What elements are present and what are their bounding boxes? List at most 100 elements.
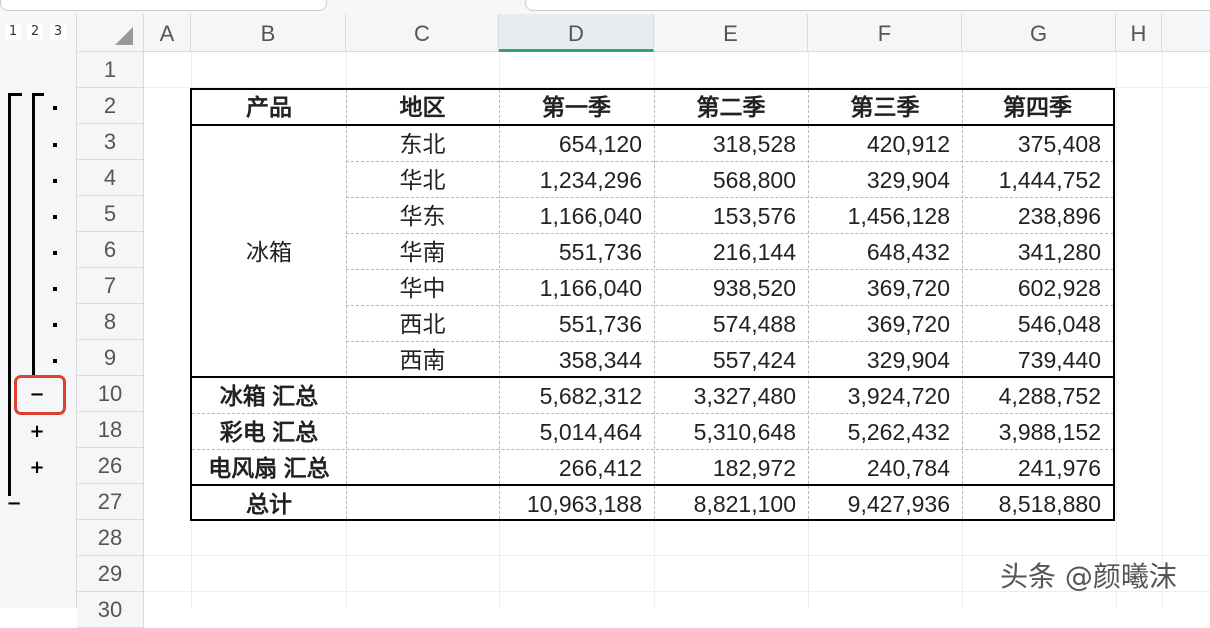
row-header[interactable]: 26: [77, 448, 144, 484]
outline-level-3-button[interactable]: 3: [50, 24, 66, 40]
value-cell: 341,280: [1017, 239, 1101, 265]
row-header[interactable]: 29: [77, 556, 144, 592]
value-cell: 574,488: [712, 311, 796, 337]
value-cell: 1,456,128: [847, 203, 950, 229]
outline-dot: [53, 106, 57, 110]
subtotal-value: 3,924,720: [847, 383, 950, 409]
value-cell: 358,344: [558, 347, 642, 373]
column-header-blank: [1162, 14, 1210, 52]
row-header[interactable]: 10: [77, 376, 144, 412]
column-header-g[interactable]: G: [962, 14, 1116, 52]
outline-level-2-button[interactable]: 2: [27, 24, 43, 40]
value-cell: 369,720: [866, 311, 950, 337]
outline-bracket-level1-top: [8, 93, 22, 96]
value-cell: 739,440: [1017, 347, 1101, 373]
row-header[interactable]: 6: [77, 232, 144, 268]
gridline: [1162, 52, 1163, 608]
header-q1: 第一季: [542, 94, 611, 120]
column-header-e[interactable]: E: [654, 14, 808, 52]
row-header[interactable]: 1: [77, 52, 144, 88]
value-cell: 557,424: [712, 347, 796, 373]
total-value: 10,963,188: [526, 491, 642, 517]
total-label: 总计: [246, 491, 292, 517]
row-header[interactable]: 4: [77, 160, 144, 196]
column-header-h[interactable]: H: [1116, 14, 1162, 52]
region-cell: 西南: [399, 347, 446, 373]
subtotal-value: 4,288,752: [998, 383, 1101, 409]
column-header-a[interactable]: A: [144, 14, 191, 52]
total-value: 9,427,936: [847, 491, 950, 517]
header-product: 产品: [246, 94, 292, 120]
value-cell: 329,904: [866, 347, 950, 373]
row-header[interactable]: 27: [77, 484, 144, 520]
column-header-f[interactable]: F: [808, 14, 962, 52]
value-cell: 938,520: [712, 275, 796, 301]
subtotal-value: 241,976: [1017, 455, 1101, 481]
subtotal-value: 182,972: [712, 455, 796, 481]
value-cell: 1,166,040: [539, 203, 642, 229]
expand-group-fan-button[interactable]: +: [29, 459, 45, 477]
highlight-box: [14, 375, 66, 415]
watermark: 头条 @颜曦沫: [1000, 560, 1177, 593]
row-header[interactable]: 2: [77, 88, 144, 124]
value-cell: 153,576: [712, 203, 796, 229]
row-header[interactable]: 8: [77, 304, 144, 340]
region-cell: 华南: [399, 239, 446, 265]
subtotal-label: 彩电 汇总: [219, 419, 319, 445]
outline-dot: [53, 143, 57, 147]
subtotal-value: 5,682,312: [539, 383, 642, 409]
header-region: 地区: [399, 94, 446, 120]
value-cell: 1,166,040: [539, 275, 642, 301]
value-cell: 238,896: [1017, 203, 1101, 229]
outline-bracket-level2-top: [32, 93, 44, 96]
value-cell: 1,234,296: [539, 167, 642, 193]
value-cell: 551,736: [558, 239, 642, 265]
column-header-d[interactable]: D: [499, 14, 654, 52]
column-header-c[interactable]: C: [346, 14, 499, 52]
value-cell: 375,408: [1017, 131, 1101, 157]
select-all-corner[interactable]: [77, 14, 144, 52]
region-cell: 华东: [399, 203, 446, 229]
subtotal-value: 3,988,152: [998, 419, 1101, 445]
subtotal-label: 电风扇 汇总: [208, 455, 330, 481]
value-cell: 369,720: [866, 275, 950, 301]
formula-input[interactable]: [525, 0, 1210, 11]
header-q4: 第四季: [1003, 94, 1072, 120]
outline-dot: [53, 323, 57, 327]
row-header[interactable]: 30: [77, 592, 144, 628]
group-label: 冰箱: [246, 239, 292, 265]
region-cell: 西北: [399, 311, 446, 337]
outline-bracket-level2: [32, 93, 35, 378]
outline-dot: [53, 287, 57, 291]
outline-panel: 1 2 3: [0, 14, 77, 608]
row-header[interactable]: 3: [77, 124, 144, 160]
value-cell: 318,528: [712, 131, 796, 157]
subtotal-value: 5,014,464: [539, 419, 642, 445]
value-cell: 546,048: [1017, 311, 1101, 337]
region-cell: 华中: [399, 275, 446, 301]
total-value: 8,821,100: [693, 491, 796, 517]
select-all-triangle-icon: [115, 27, 133, 45]
outline-level-1-button[interactable]: 1: [5, 24, 21, 40]
value-cell: 420,912: [866, 131, 950, 157]
collapse-level1-button[interactable]: −: [6, 495, 22, 513]
outline-dot: [53, 359, 57, 363]
subtotal-value: 266,412: [558, 455, 642, 481]
outline-dot: [53, 179, 57, 183]
row-header[interactable]: 7: [77, 268, 144, 304]
header-q3: 第三季: [850, 94, 920, 120]
data-table: 产品 地区 第一季 第二季 第三季 第四季 冰箱 东北 654,120 318,…: [190, 88, 1115, 521]
row-header[interactable]: 18: [77, 412, 144, 448]
subtotal-value: 5,310,648: [693, 419, 796, 445]
row-header[interactable]: 5: [77, 196, 144, 232]
expand-group-tv-button[interactable]: +: [29, 423, 45, 441]
subtotal-value: 240,784: [866, 455, 950, 481]
value-cell: 654,120: [558, 131, 642, 157]
row-header[interactable]: 28: [77, 520, 144, 556]
value-cell: 648,432: [866, 239, 950, 265]
region-cell: 华北: [399, 167, 446, 193]
row-header[interactable]: 9: [77, 340, 144, 376]
name-box[interactable]: [0, 0, 327, 11]
outline-bracket-level1: [8, 93, 11, 496]
column-header-b[interactable]: B: [191, 14, 346, 52]
